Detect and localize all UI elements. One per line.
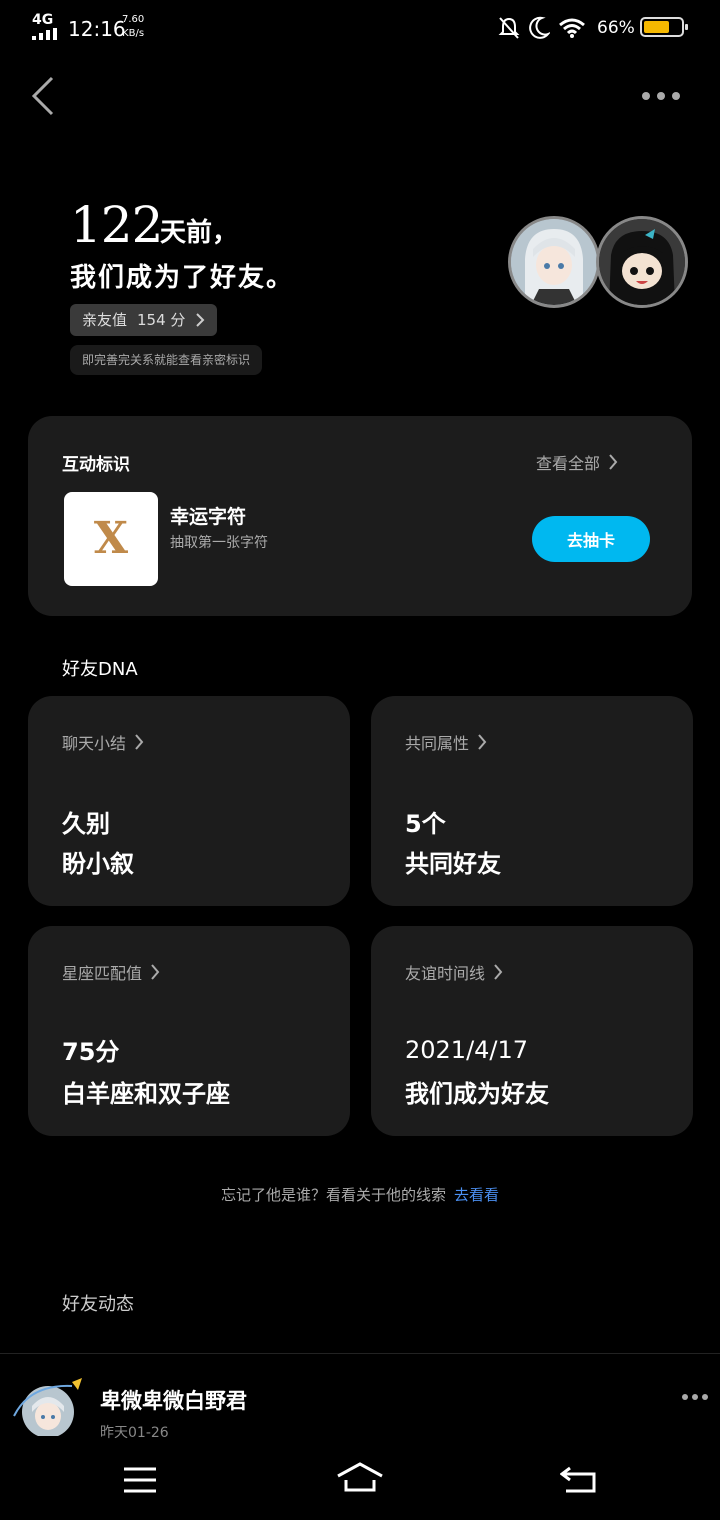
dna-card-caption: 我们成为好友 (405, 1080, 549, 1108)
forget-prompt: 忘记了他是谁？看看关于他的线索 去看看 (0, 1184, 720, 1205)
network-speed: 7.60 KB/s (122, 14, 145, 39)
chevron-right-icon (151, 964, 160, 980)
lucky-char-name: 幸运字符 (170, 506, 247, 528)
chevron-right-icon (494, 964, 503, 980)
days-count: 122 (70, 196, 163, 254)
chevron-right-icon (478, 734, 487, 750)
menu-icon[interactable] (122, 1466, 158, 1494)
dna-card-title: 聊天小结 (62, 734, 127, 753)
chevron-right-icon (135, 734, 144, 750)
dna-card-caption: 共同好友 (405, 850, 501, 878)
dna-card-title: 共同属性 (405, 734, 470, 753)
avatar-friend[interactable] (596, 216, 688, 308)
divider (0, 1353, 720, 1354)
feed-username[interactable]: 卑微卑微白野君 (100, 1385, 247, 1415)
intimacy-badge[interactable]: 亲友值 154 分 (70, 304, 218, 336)
avatar-image (511, 219, 597, 305)
clock: 12:16 (68, 17, 126, 41)
dna-card-caption: 白羊座和双子座 (62, 1080, 230, 1108)
chevron-right-icon (196, 313, 205, 327)
dna-card-title: 友谊时间线 (405, 964, 486, 983)
back-arrow-icon[interactable] (30, 76, 60, 116)
dna-card-title: 星座匹配值 (62, 964, 143, 983)
became-friends-text: 我们成为了好友。 (70, 263, 295, 293)
dna-card-value: 2021/4/17 (405, 1036, 529, 1064)
wifi-icon (559, 18, 585, 38)
feed-date: 昨天01-26 (100, 1425, 169, 1441)
lucky-char-glyph: X (93, 513, 129, 564)
go-see-link[interactable]: 去看看 (454, 1186, 499, 1204)
lucky-char-subtitle: 抽取第一张字符 (170, 535, 268, 551)
chevron-right-icon (609, 454, 618, 470)
feed-avatar[interactable] (10, 1376, 90, 1436)
more-options-icon[interactable] (638, 86, 684, 106)
home-icon[interactable] (336, 1462, 384, 1494)
days-suffix: 天前， (160, 218, 239, 248)
draw-card-button[interactable]: 去抽卡 (532, 516, 650, 562)
view-all-link[interactable]: 查看全部 (536, 450, 618, 474)
dna-card-value: 5个 (405, 810, 446, 838)
intimacy-hint: 即完善完关系就能查看亲密标识 (70, 345, 263, 375)
dna-card-zodiac-match[interactable]: 星座匹配值 75分 白羊座和双子座 (28, 926, 350, 1136)
moon-icon (529, 16, 550, 39)
intimacy-value: 154 分 (137, 311, 186, 329)
back-nav-icon[interactable] (560, 1464, 598, 1494)
intimacy-label: 亲友值 (82, 311, 128, 329)
dna-card-value: 75分 (62, 1038, 120, 1066)
dna-card-chat-summary[interactable]: 聊天小结 久别 盼小叙 (28, 696, 350, 906)
lucky-char-tile[interactable]: X (64, 492, 158, 586)
dna-card-friendship-timeline[interactable]: 友谊时间线 2021/4/17 我们成为好友 (371, 926, 693, 1136)
forget-text: 忘记了他是谁？看看关于他的线索 (220, 1186, 446, 1204)
battery-icon (640, 17, 688, 37)
avatar-me[interactable] (508, 216, 600, 308)
feed-more-icon[interactable] (680, 1390, 710, 1404)
view-all-label: 查看全部 (536, 454, 601, 473)
dna-card-value: 久别 (62, 810, 110, 838)
dna-card-caption: 盼小叙 (62, 850, 134, 878)
signal-icon (32, 28, 57, 40)
system-nav-bar (0, 1444, 720, 1520)
avatar-image (599, 219, 685, 305)
network-indicator: 4G (32, 12, 54, 28)
feed-section-title: 好友动态 (62, 1294, 134, 1315)
dna-card-common-attributes[interactable]: 共同属性 5个 共同好友 (371, 696, 693, 906)
status-bar: 4G 12:16 7.60 KB/s 66% (0, 0, 720, 60)
mute-bell-icon (498, 17, 520, 39)
dna-section-title: 好友DNA (62, 659, 138, 680)
battery-percent: 66% (597, 18, 635, 38)
interaction-card-title: 互动标识 (62, 455, 130, 475)
